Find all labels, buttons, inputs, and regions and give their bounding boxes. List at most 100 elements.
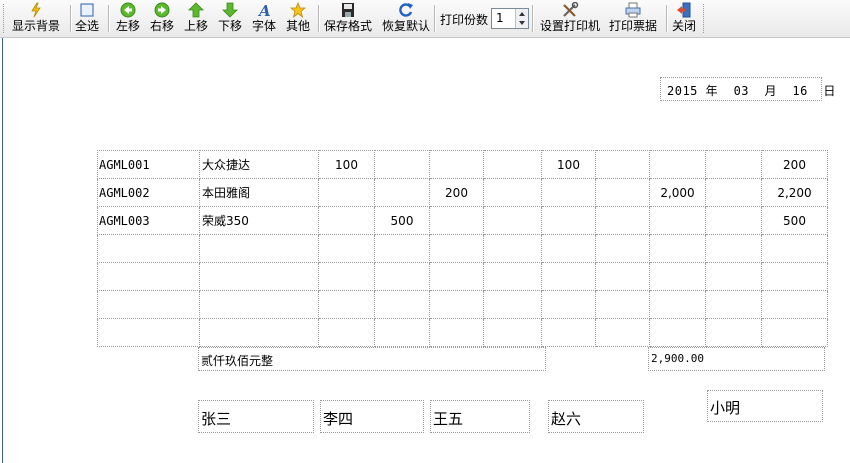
table-cell[interactable] bbox=[374, 234, 430, 263]
table-cell[interactable] bbox=[595, 262, 650, 291]
table-cell[interactable] bbox=[541, 178, 596, 207]
table-cell[interactable]: 500 bbox=[374, 206, 430, 235]
table-cell[interactable] bbox=[199, 262, 319, 291]
table-cell[interactable] bbox=[318, 318, 375, 347]
table-cell[interactable] bbox=[649, 262, 706, 291]
table-cell[interactable] bbox=[374, 318, 430, 347]
table-cell[interactable] bbox=[761, 318, 828, 347]
move-down-button[interactable]: 下移 bbox=[218, 2, 242, 35]
close-button[interactable]: 关闭 bbox=[672, 2, 696, 35]
table-cell[interactable] bbox=[429, 262, 484, 291]
table-cell[interactable] bbox=[595, 150, 650, 179]
table-cell[interactable] bbox=[429, 290, 484, 319]
table-cell[interactable]: AGML003 bbox=[97, 206, 200, 235]
table-cell[interactable]: 本田雅阁 bbox=[199, 178, 319, 207]
table-cell[interactable]: 100 bbox=[318, 150, 375, 179]
amount-in-words-field[interactable]: 贰仟玖佰元整 bbox=[198, 347, 546, 371]
signature-box[interactable]: 张三 bbox=[198, 400, 314, 433]
spinner-up-icon[interactable] bbox=[519, 12, 525, 16]
table-cell[interactable] bbox=[649, 290, 706, 319]
other-button[interactable]: 其他 bbox=[286, 2, 310, 35]
table-cell[interactable] bbox=[429, 206, 484, 235]
move-right-button[interactable]: 右移 bbox=[150, 2, 174, 35]
table-cell[interactable]: 100 bbox=[541, 150, 596, 179]
table-cell[interactable] bbox=[483, 234, 542, 263]
signature-box[interactable]: 赵六 bbox=[548, 400, 644, 433]
table-cell[interactable] bbox=[318, 290, 375, 319]
table-cell[interactable]: 2,000 bbox=[649, 178, 706, 207]
table-cell[interactable] bbox=[541, 206, 596, 235]
table-cell[interactable]: AGML002 bbox=[97, 178, 200, 207]
table-cell[interactable] bbox=[705, 150, 762, 179]
show-background-button[interactable]: 显示背景 bbox=[12, 2, 60, 35]
table-cell[interactable] bbox=[374, 178, 430, 207]
copies-spinner[interactable]: 1 bbox=[491, 8, 529, 29]
table-cell[interactable]: 荣威350 bbox=[199, 206, 319, 235]
table-cell[interactable] bbox=[705, 290, 762, 319]
table-cell[interactable] bbox=[761, 234, 828, 263]
print-ticket-button[interactable]: 打印票据 bbox=[609, 2, 657, 35]
table-cell[interactable] bbox=[649, 234, 706, 263]
table-cell[interactable] bbox=[483, 262, 542, 291]
table-cell[interactable] bbox=[705, 234, 762, 263]
table-cell[interactable] bbox=[595, 206, 650, 235]
table-cell[interactable] bbox=[595, 234, 650, 263]
table-cell[interactable] bbox=[541, 318, 596, 347]
save-format-button[interactable]: 保存格式 bbox=[324, 2, 372, 35]
table-cell[interactable] bbox=[483, 178, 542, 207]
table-cell[interactable] bbox=[97, 234, 200, 263]
select-all-button[interactable]: 全选 bbox=[75, 2, 99, 35]
table-cell[interactable] bbox=[705, 178, 762, 207]
table-cell[interactable] bbox=[97, 262, 200, 291]
table-cell[interactable] bbox=[595, 178, 650, 207]
signature-box[interactable]: 李四 bbox=[320, 400, 424, 433]
table-cell[interactable] bbox=[318, 178, 375, 207]
table-cell[interactable] bbox=[649, 318, 706, 347]
table-cell[interactable] bbox=[429, 318, 484, 347]
spinner-arrows[interactable] bbox=[515, 9, 528, 28]
table-cell[interactable] bbox=[97, 290, 200, 319]
date-field[interactable]: 2015 年 03 月 16 日 bbox=[660, 77, 835, 101]
table-cell[interactable] bbox=[541, 234, 596, 263]
move-left-button[interactable]: 左移 bbox=[116, 2, 140, 35]
table-cell[interactable] bbox=[318, 234, 375, 263]
table-cell[interactable] bbox=[705, 318, 762, 347]
table-cell[interactable] bbox=[429, 234, 484, 263]
table-cell[interactable] bbox=[649, 206, 706, 235]
signature-box[interactable]: 王五 bbox=[430, 400, 530, 433]
move-up-button[interactable]: 上移 bbox=[184, 2, 208, 35]
table-cell[interactable] bbox=[705, 206, 762, 235]
table-cell[interactable]: 2,200 bbox=[761, 178, 828, 207]
table-cell[interactable] bbox=[595, 290, 650, 319]
table-cell[interactable] bbox=[483, 290, 542, 319]
spinner-down-icon[interactable] bbox=[519, 21, 525, 25]
printer-setup-button[interactable]: 设置打印机 bbox=[540, 2, 600, 35]
table-cell[interactable]: AGML001 bbox=[97, 150, 200, 179]
table-cell[interactable]: 200 bbox=[429, 178, 484, 207]
table-cell[interactable]: 500 bbox=[761, 206, 828, 235]
table-cell[interactable] bbox=[483, 150, 542, 179]
amount-total-field[interactable]: 2,900.00 bbox=[648, 347, 825, 371]
table-cell[interactable] bbox=[374, 262, 430, 291]
table-cell[interactable] bbox=[705, 262, 762, 291]
table-cell[interactable] bbox=[199, 234, 319, 263]
table-cell[interactable] bbox=[595, 318, 650, 347]
table-cell[interactable] bbox=[761, 262, 828, 291]
font-button[interactable]: A 字体 bbox=[252, 2, 276, 35]
table-cell[interactable] bbox=[429, 150, 484, 179]
table-cell[interactable] bbox=[483, 206, 542, 235]
table-cell[interactable] bbox=[374, 150, 430, 179]
table-cell[interactable] bbox=[374, 290, 430, 319]
table-cell[interactable] bbox=[761, 290, 828, 319]
table-cell[interactable] bbox=[541, 262, 596, 291]
table-cell[interactable] bbox=[318, 206, 375, 235]
restore-default-button[interactable]: 恢复默认 bbox=[382, 2, 430, 35]
table-cell[interactable]: 大众捷达 bbox=[199, 150, 319, 179]
table-cell[interactable] bbox=[649, 150, 706, 179]
table-cell[interactable] bbox=[199, 318, 319, 347]
table-cell[interactable]: 200 bbox=[761, 150, 828, 179]
table-cell[interactable] bbox=[97, 318, 200, 347]
table-cell[interactable] bbox=[541, 290, 596, 319]
table-cell[interactable] bbox=[199, 290, 319, 319]
copies-value[interactable]: 1 bbox=[496, 11, 504, 25]
